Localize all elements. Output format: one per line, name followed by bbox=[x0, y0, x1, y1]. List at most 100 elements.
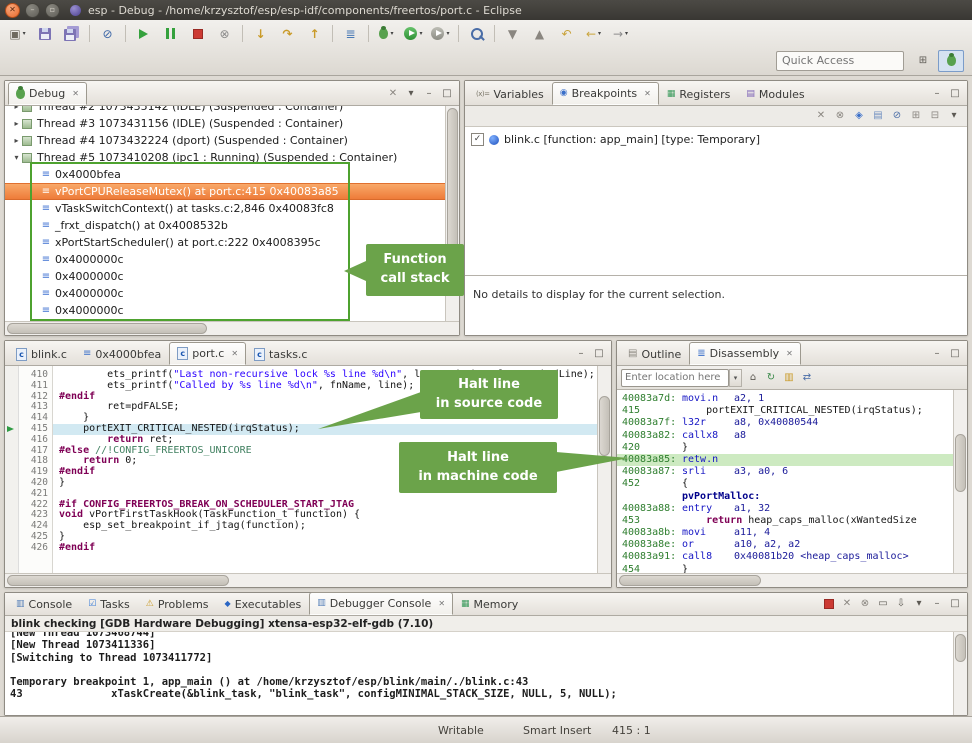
maximize-icon[interactable]: □ bbox=[947, 346, 963, 362]
maximize-icon[interactable]: □ bbox=[947, 596, 963, 612]
minimize-icon[interactable]: – bbox=[929, 596, 945, 612]
instruction-stepping-icon[interactable]: ≣ bbox=[338, 23, 363, 45]
maximize-icon[interactable]: □ bbox=[439, 86, 455, 102]
maximize-icon[interactable]: □ bbox=[947, 86, 963, 102]
console-output[interactable]: [New Thread 1073468744][New Thread 10734… bbox=[5, 632, 953, 715]
debug-horizontal-scrollbar[interactable] bbox=[5, 321, 459, 335]
scrollbar-thumb[interactable] bbox=[619, 575, 761, 586]
resume-icon[interactable] bbox=[131, 23, 156, 45]
tab-debug[interactable]: Debug✕ bbox=[8, 82, 87, 105]
scroll-lock-icon[interactable]: ⇩ bbox=[893, 596, 909, 612]
disasm-sync-icon[interactable]: ⇄ bbox=[799, 370, 815, 386]
minimize-icon[interactable]: – bbox=[929, 86, 945, 102]
scrollbar-thumb[interactable] bbox=[447, 108, 458, 260]
breakpoint-checkbox[interactable]: ✓ bbox=[471, 133, 484, 146]
tab-problems[interactable]: ⚠Problems bbox=[138, 593, 217, 615]
skip-all-breakpoints-icon[interactable]: ⊘ bbox=[95, 23, 120, 45]
console-vertical-scrollbar[interactable] bbox=[953, 632, 967, 715]
tab-console[interactable]: ▥Console bbox=[8, 593, 80, 615]
run-icon[interactable]: ▾ bbox=[401, 23, 426, 45]
stack-frame-row[interactable]: ≡vTaskSwitchContext() at tasks.c:2,846 0… bbox=[5, 200, 445, 217]
back-icon[interactable]: ←▾ bbox=[581, 23, 606, 45]
close-window-button[interactable]: ✕ bbox=[5, 3, 20, 18]
close-tab-icon[interactable]: ✕ bbox=[438, 599, 445, 608]
stack-frame-row[interactable]: ≡0x4000bfea bbox=[5, 166, 445, 183]
tab-0x4000bfea[interactable]: ≡0x4000bfea bbox=[75, 343, 169, 365]
remove-launch-icon[interactable]: ✕ bbox=[839, 596, 855, 612]
view-menu-icon[interactable]: ▾ bbox=[911, 596, 927, 612]
disassembly-vertical-scrollbar[interactable] bbox=[953, 390, 967, 573]
new-wizard-icon[interactable]: ▣▾ bbox=[5, 23, 30, 45]
close-tab-icon[interactable]: ✕ bbox=[231, 349, 238, 358]
go-to-file-icon[interactable]: ▤ bbox=[870, 108, 886, 124]
debug-thread-row[interactable]: ▸Thread #3 1073431156 (IDLE) (Suspended … bbox=[5, 115, 445, 132]
stack-frame-row[interactable]: ≡_frxt_dispatch() at 0x4008532b bbox=[5, 217, 445, 234]
remove-breakpoint-icon[interactable]: ✕ bbox=[813, 108, 829, 124]
skip-all-breakpoints-icon[interactable]: ⊘ bbox=[889, 108, 905, 124]
minimize-icon[interactable]: – bbox=[929, 346, 945, 362]
view-menu-icon[interactable]: ▾ bbox=[946, 108, 962, 124]
save-all-icon[interactable] bbox=[59, 23, 84, 45]
disasm-refresh-icon[interactable]: ↻ bbox=[763, 370, 779, 386]
scrollbar-thumb[interactable] bbox=[955, 634, 966, 662]
disasm-home-icon[interactable]: ⌂ bbox=[745, 370, 761, 386]
remove-all-launches-icon[interactable]: ⊗ bbox=[857, 596, 873, 612]
quick-access-input[interactable] bbox=[776, 51, 904, 71]
minimize-icon[interactable]: – bbox=[573, 346, 589, 362]
suspend-icon[interactable] bbox=[158, 23, 183, 45]
tab-debugger-console[interactable]: ▥Debugger Console✕ bbox=[309, 592, 453, 615]
stack-frame-row[interactable]: ≡vPortCPUReleaseMutex() at port.c:415 0x… bbox=[5, 183, 445, 200]
close-tab-icon[interactable]: ✕ bbox=[72, 89, 79, 98]
tab-executables[interactable]: ◆Executables bbox=[217, 593, 310, 615]
editor-vertical-scrollbar[interactable] bbox=[597, 366, 611, 573]
stack-frame-row[interactable]: ≡0x4000000c bbox=[5, 302, 445, 319]
location-dropdown-icon[interactable]: ▾ bbox=[729, 369, 742, 387]
tab-tasks[interactable]: ☑Tasks bbox=[80, 593, 138, 615]
previous-annotation-icon[interactable]: ▲ bbox=[527, 23, 552, 45]
minimize-icon[interactable]: – bbox=[421, 86, 437, 102]
tab-registers[interactable]: ▦Registers bbox=[659, 83, 739, 105]
tree-twisty-icon[interactable]: ▸ bbox=[11, 136, 22, 145]
tab-variables[interactable]: (x)=Variables bbox=[468, 83, 552, 105]
breakpoint-item[interactable]: ✓ blink.c [function: app_main] [type: Te… bbox=[465, 133, 967, 146]
debug-thread-row[interactable]: ▸Thread #4 1073432224 (dport) (Suspended… bbox=[5, 132, 445, 149]
open-perspective-button[interactable]: ⊞ bbox=[910, 50, 936, 72]
scrollbar-thumb[interactable] bbox=[599, 396, 610, 456]
tab-blink-c[interactable]: cblink.c bbox=[8, 343, 75, 365]
debug-perspective-button[interactable] bbox=[938, 50, 964, 72]
tab-outline[interactable]: ▤Outline bbox=[620, 343, 689, 365]
disassembly-horizontal-scrollbar[interactable] bbox=[617, 573, 967, 587]
tab-port-c[interactable]: cport.c✕ bbox=[169, 342, 246, 365]
debug-thread-row[interactable]: ▾Thread #5 1073410208 (ipc1 : Running) (… bbox=[5, 149, 445, 166]
maximize-icon[interactable]: □ bbox=[591, 346, 607, 362]
view-menu-icon[interactable]: ▾ bbox=[403, 86, 419, 102]
debug-thread-row[interactable]: ▸Thread #2 1073435142 (IDLE) (Suspended … bbox=[5, 106, 445, 115]
step-over-icon[interactable]: ↷ bbox=[275, 23, 300, 45]
step-into-icon[interactable]: ↓ bbox=[248, 23, 273, 45]
tab-breakpoints[interactable]: ◉Breakpoints✕ bbox=[552, 82, 659, 105]
scrollbar-thumb[interactable] bbox=[7, 323, 207, 334]
next-annotation-icon[interactable]: ▼ bbox=[500, 23, 525, 45]
editor-horizontal-scrollbar[interactable] bbox=[5, 573, 611, 587]
last-edit-location-icon[interactable]: ↶ bbox=[554, 23, 579, 45]
clear-console-icon[interactable]: ▭ bbox=[875, 596, 891, 612]
save-icon[interactable] bbox=[32, 23, 57, 45]
expand-all-icon[interactable]: ⊞ bbox=[908, 108, 924, 124]
remove-all-terminated-icon[interactable]: ✕ bbox=[385, 86, 401, 102]
close-tab-icon[interactable]: ✕ bbox=[644, 89, 651, 98]
tab-modules[interactable]: ▤Modules bbox=[738, 83, 812, 105]
minimize-window-button[interactable]: – bbox=[25, 3, 40, 18]
tree-twisty-icon[interactable]: ▾ bbox=[11, 153, 22, 162]
scrollbar-thumb[interactable] bbox=[7, 575, 229, 586]
show-breakpoints-for-icon[interactable]: ◈ bbox=[851, 108, 867, 124]
disconnect-icon[interactable]: ⊗ bbox=[212, 23, 237, 45]
step-return-icon[interactable]: ↑ bbox=[302, 23, 327, 45]
disasm-show-source-icon[interactable]: ▥ bbox=[781, 370, 797, 386]
forward-icon[interactable]: →▾ bbox=[608, 23, 633, 45]
tab-memory[interactable]: ▦Memory bbox=[453, 593, 526, 615]
close-tab-icon[interactable]: ✕ bbox=[786, 349, 793, 358]
scrollbar-thumb[interactable] bbox=[955, 434, 966, 492]
maximize-window-button[interactable]: ▫ bbox=[45, 3, 60, 18]
terminate-icon[interactable] bbox=[185, 23, 210, 45]
collapse-all-icon[interactable]: ⊟ bbox=[927, 108, 943, 124]
